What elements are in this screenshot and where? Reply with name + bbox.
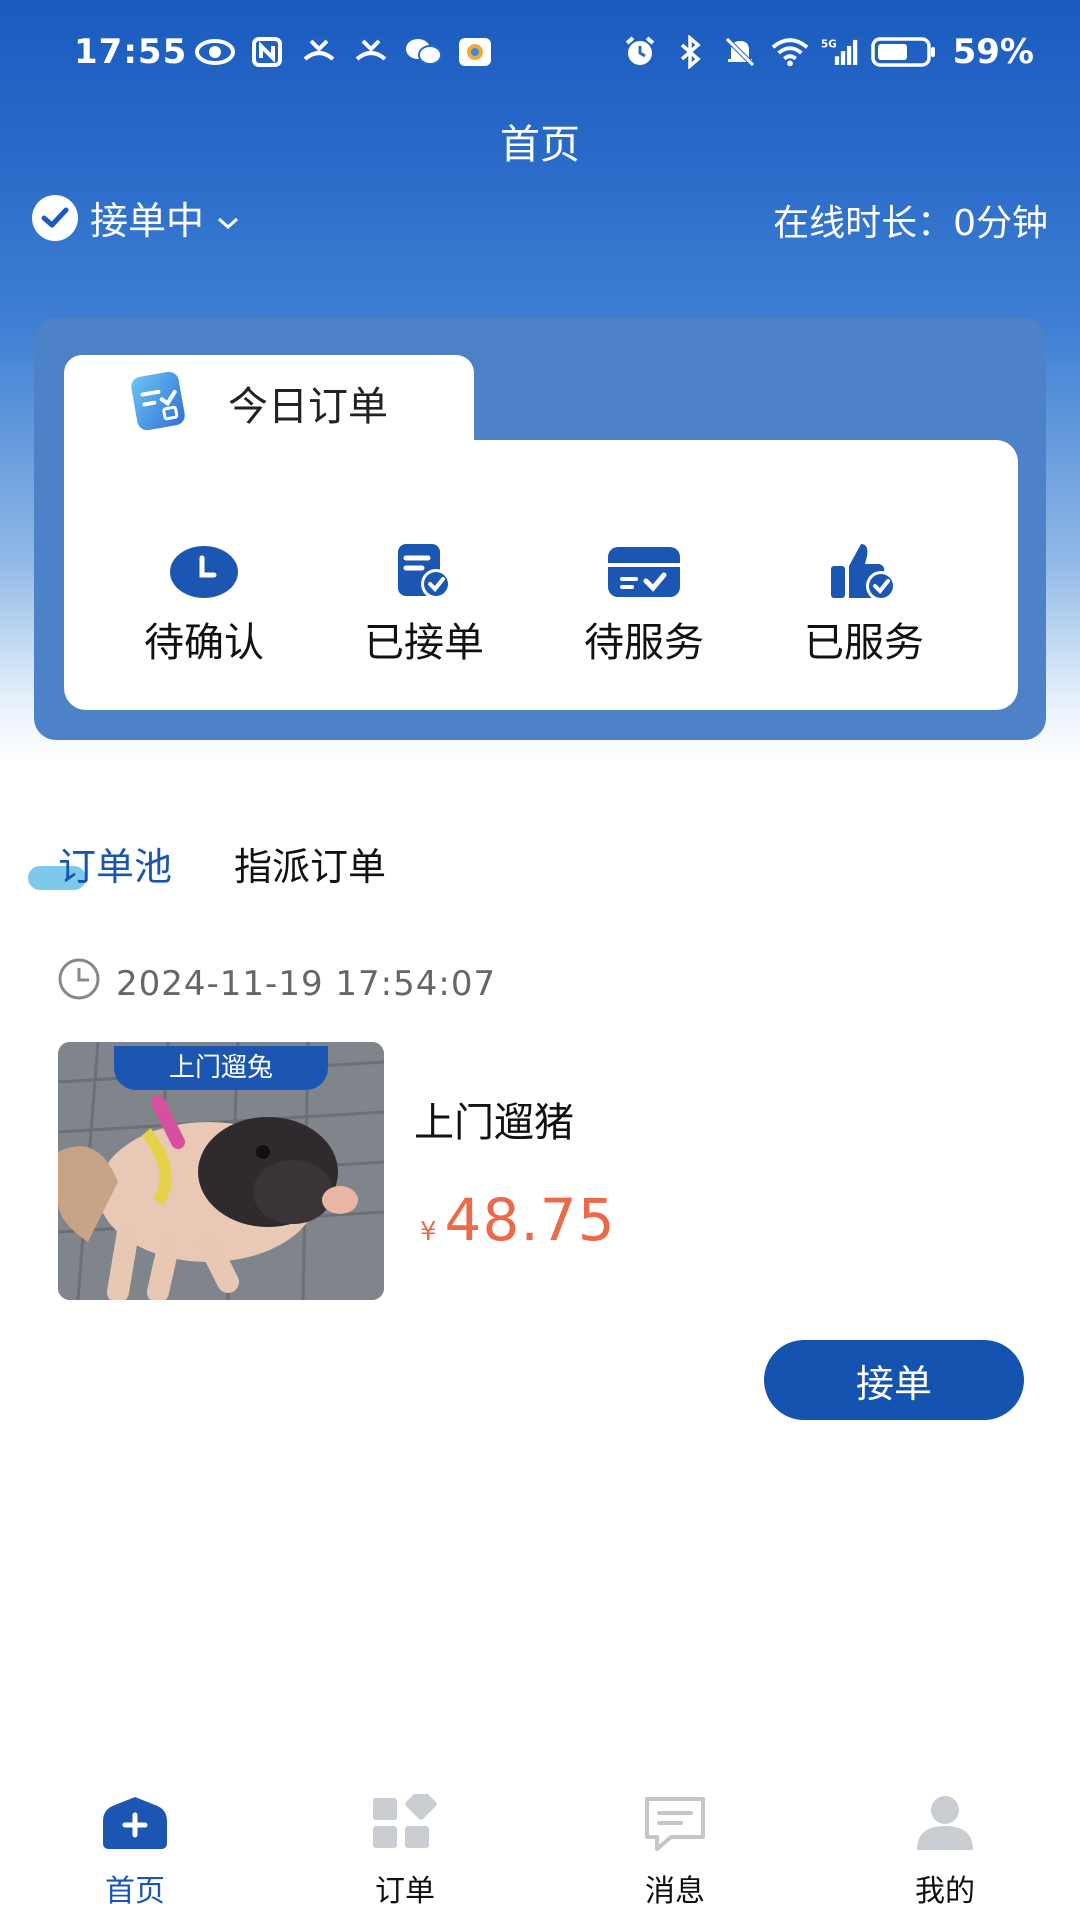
accept-order-button[interactable]: 接单 <box>764 1340 1024 1420</box>
online-duration: 在线时长：0分钟 <box>773 194 1048 246</box>
status-label: 已接单 <box>364 620 484 666</box>
inbox-check-icon <box>606 540 682 604</box>
bluetooth-icon <box>671 34 709 70</box>
today-orders-title: 今日订单 <box>228 384 388 430</box>
order-timestamp: 2024-11-19 17:54:07 <box>116 963 497 1004</box>
battery-percentage: 59% <box>952 32 1034 72</box>
check-circle-icon <box>32 194 78 241</box>
status-bar: 17:55 5G 59% <box>0 0 1080 104</box>
tab-assigned-orders[interactable]: 指派订单 <box>234 836 386 891</box>
missed-call-icon <box>351 34 391 70</box>
nav-orders[interactable]: 订单 <box>270 1790 540 1920</box>
order-tabs: 订单池 指派订单 <box>58 836 386 891</box>
status-pending-service[interactable]: 待服务 <box>534 540 754 668</box>
wechat-icon <box>403 34 443 70</box>
document-check-icon <box>386 540 462 604</box>
nfc-icon <box>247 34 287 70</box>
alarm-icon <box>621 34 659 70</box>
clock-outline-icon <box>56 956 102 1011</box>
accept-status-label: 接单中 <box>90 199 205 243</box>
order-image[interactable]: 上门遛兔 <box>58 1042 384 1300</box>
clipboard-icon <box>128 366 198 440</box>
status-row: 接单中 在线时长：0分钟 <box>32 190 1048 246</box>
notification-icons <box>195 34 495 70</box>
status-label: 待服务 <box>584 620 704 666</box>
tab-order-pool[interactable]: 订单池 <box>58 836 172 891</box>
system-icons: 5G 59% <box>621 32 1034 72</box>
status-accepted[interactable]: 已接单 <box>314 540 534 668</box>
service-name: 上门遛猪 <box>414 1100 574 1146</box>
nav-label: 订单 <box>375 1874 435 1909</box>
nav-label: 我的 <box>915 1874 975 1909</box>
mute-icon <box>721 34 759 70</box>
nav-home[interactable]: 首页 <box>0 1790 270 1920</box>
status-label: 待确认 <box>144 620 264 666</box>
home-plus-icon <box>98 1790 172 1856</box>
grid-icon <box>368 1790 442 1856</box>
service-badge: 上门遛兔 <box>114 1046 328 1090</box>
app-icon <box>455 34 495 70</box>
status-pending-confirm[interactable]: 待确认 <box>94 540 314 668</box>
svg-text:5G: 5G <box>821 39 837 51</box>
thumbs-up-icon <box>826 540 902 604</box>
home-page: 17:55 5G 59% 首页 接单中 在线时长：0分钟 今日订单 待确认 已接… <box>0 0 1080 1920</box>
user-icon <box>908 1790 982 1856</box>
clock-icon <box>166 540 242 604</box>
bottom-nav: 首页 订单 消息 我的 <box>0 1790 1080 1920</box>
status-label: 已服务 <box>804 620 924 666</box>
wifi-icon <box>771 34 809 70</box>
missed-call-icon <box>299 34 339 70</box>
order-price: ¥ 48.75 <box>420 1186 616 1254</box>
nav-messages[interactable]: 消息 <box>540 1790 810 1920</box>
nav-label: 消息 <box>645 1874 705 1909</box>
today-orders-header: 今日订单 <box>128 366 388 440</box>
chevron-down-icon <box>216 196 240 240</box>
order-status-list: 待确认 已接单 待服务 已服务 <box>64 540 1018 668</box>
battery-icon <box>870 34 937 70</box>
eye-icon <box>195 34 235 70</box>
message-icon <box>638 1790 712 1856</box>
currency-symbol: ¥ <box>420 1217 437 1247</box>
signal-5g-icon: 5G <box>821 34 859 70</box>
online-duration-label: 在线时长： <box>773 203 954 244</box>
order-time: 2024-11-19 17:54:07 <box>56 956 496 1011</box>
page-title: 首页 <box>500 122 580 168</box>
nav-profile[interactable]: 我的 <box>810 1790 1080 1920</box>
accept-status-dropdown[interactable]: 接单中 <box>32 190 240 245</box>
status-served[interactable]: 已服务 <box>754 540 974 668</box>
price-value: 48.75 <box>444 1186 616 1254</box>
nav-label: 首页 <box>105 1874 165 1909</box>
status-time: 17:55 <box>74 32 188 72</box>
online-duration-value: 0分钟 <box>953 203 1048 244</box>
